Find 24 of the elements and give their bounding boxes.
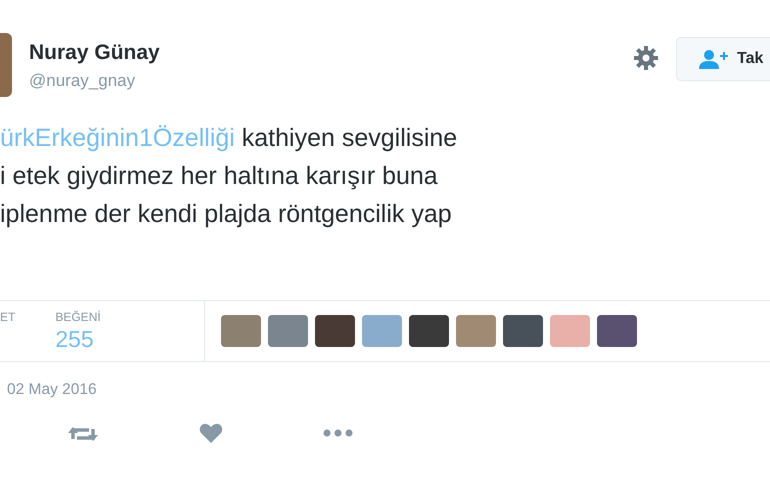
tweet-date: 02 May 2016	[7, 381, 97, 398]
tweet-text: iplenme der kendi plajda röntgencilik yap	[0, 199, 453, 230]
person-plus-icon	[699, 49, 729, 69]
liker-avatar[interactable]	[550, 315, 590, 347]
liker-avatar[interactable]	[409, 315, 449, 347]
author-handle[interactable]: @nuray_gnay	[29, 71, 160, 91]
liker-avatar[interactable]	[503, 315, 543, 347]
follow-button[interactable]: Tak	[676, 37, 770, 81]
author-name[interactable]: Nuray Günay	[29, 41, 160, 65]
tweet-text: ürkErkeğinin1Özelliği kathiyen sevgilisine	[0, 123, 458, 154]
heart-icon[interactable]	[199, 423, 223, 443]
liker-avatar[interactable]	[268, 315, 308, 347]
liker-avatar[interactable]	[597, 315, 637, 347]
stat-label: ET	[0, 310, 16, 324]
liker-avatar[interactable]	[315, 315, 355, 347]
liker-avatar[interactable]	[456, 315, 496, 347]
stat-label: BEĞENİ	[55, 310, 101, 324]
settings-icon[interactable]	[633, 45, 659, 71]
avatar-photo	[0, 33, 12, 97]
liker-avatar[interactable]	[221, 315, 261, 347]
hashtag-link[interactable]: ürkErkeğinin1Özelliği	[0, 124, 235, 152]
liker-avatar[interactable]	[362, 315, 402, 347]
stat-count[interactable]: 255	[55, 326, 101, 353]
tweet-text: i etek giydirmez her haltına karışır buna	[0, 161, 439, 192]
